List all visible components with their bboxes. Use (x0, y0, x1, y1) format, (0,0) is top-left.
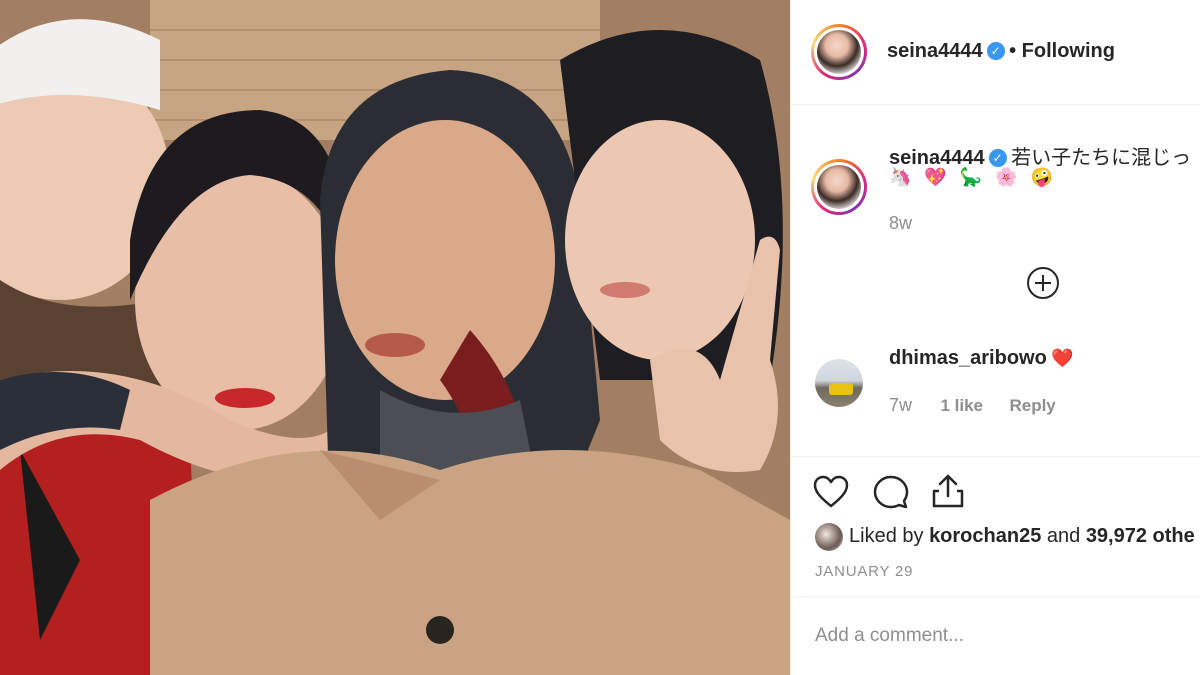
commenter-avatar[interactable] (815, 359, 863, 407)
caption-emojis: 🦄 💖 🦕 🌸 🤪 (889, 167, 1058, 187)
author-line: seina4444 ✓ • Following (887, 40, 1115, 63)
post-photo[interactable] (0, 0, 790, 675)
post-side-panel: seina4444 ✓ • Following seina4444 ✓ 若い子たちに… (790, 0, 1200, 675)
caption-avatar[interactable] (811, 159, 867, 215)
following-button[interactable]: • Following (1009, 40, 1115, 62)
author-avatar[interactable] (811, 24, 867, 80)
liker-avatar[interactable] (815, 523, 843, 551)
author-username[interactable]: seina4444 (887, 40, 983, 62)
likes-prefix: Liked by (849, 525, 930, 547)
comment-input[interactable]: Add a comment... (815, 625, 964, 647)
caption: seina4444 ✓ 若い子たちに混じっ (889, 141, 1200, 170)
share-icon[interactable] (931, 473, 965, 509)
caption-text: 若い子たちに混じっ (1011, 147, 1192, 169)
comment: dhimas_aribowo ❤️ (889, 347, 1074, 370)
likes-user[interactable]: korochan25 (929, 525, 1041, 547)
verified-badge-icon: ✓ (986, 42, 1005, 61)
heart-icon[interactable] (813, 475, 849, 509)
add-comment-bar[interactable]: Add a comment... (791, 596, 1200, 675)
verified-badge-icon: ✓ (988, 149, 1007, 168)
comment-reply-button[interactable]: Reply (1009, 396, 1055, 415)
comment-username[interactable]: dhimas_aribowo (889, 347, 1047, 369)
comments-section: seina4444 ✓ 若い子たちに混じっ 🦄 💖 🦕 🌸 🤪 8w dhimas… (791, 105, 1200, 455)
post-header: seina4444 ✓ • Following (791, 0, 1200, 105)
likes-middle: and (1041, 525, 1086, 547)
comment-time[interactable]: 7w (889, 395, 912, 415)
caption-username[interactable]: seina4444 (889, 147, 985, 169)
red-heart-emoji: ❤️ (1051, 348, 1074, 368)
post-date[interactable]: JANUARY 29 (815, 563, 913, 580)
speech-bubble-icon[interactable] (873, 475, 909, 509)
likes-summary[interactable]: Liked by korochan25 and 39,972 othe (849, 525, 1195, 548)
comment-meta: 7w 1 like Reply (889, 395, 1056, 416)
plus-circle-icon[interactable] (1027, 267, 1059, 299)
photo-illustration (0, 0, 790, 675)
caption-time[interactable]: 8w (889, 213, 912, 234)
post-actions: Liked by korochan25 and 39,972 othe JANU… (791, 456, 1200, 597)
likes-count[interactable]: 39,972 othe (1086, 525, 1195, 547)
comment-likes[interactable]: 1 like (940, 396, 983, 415)
